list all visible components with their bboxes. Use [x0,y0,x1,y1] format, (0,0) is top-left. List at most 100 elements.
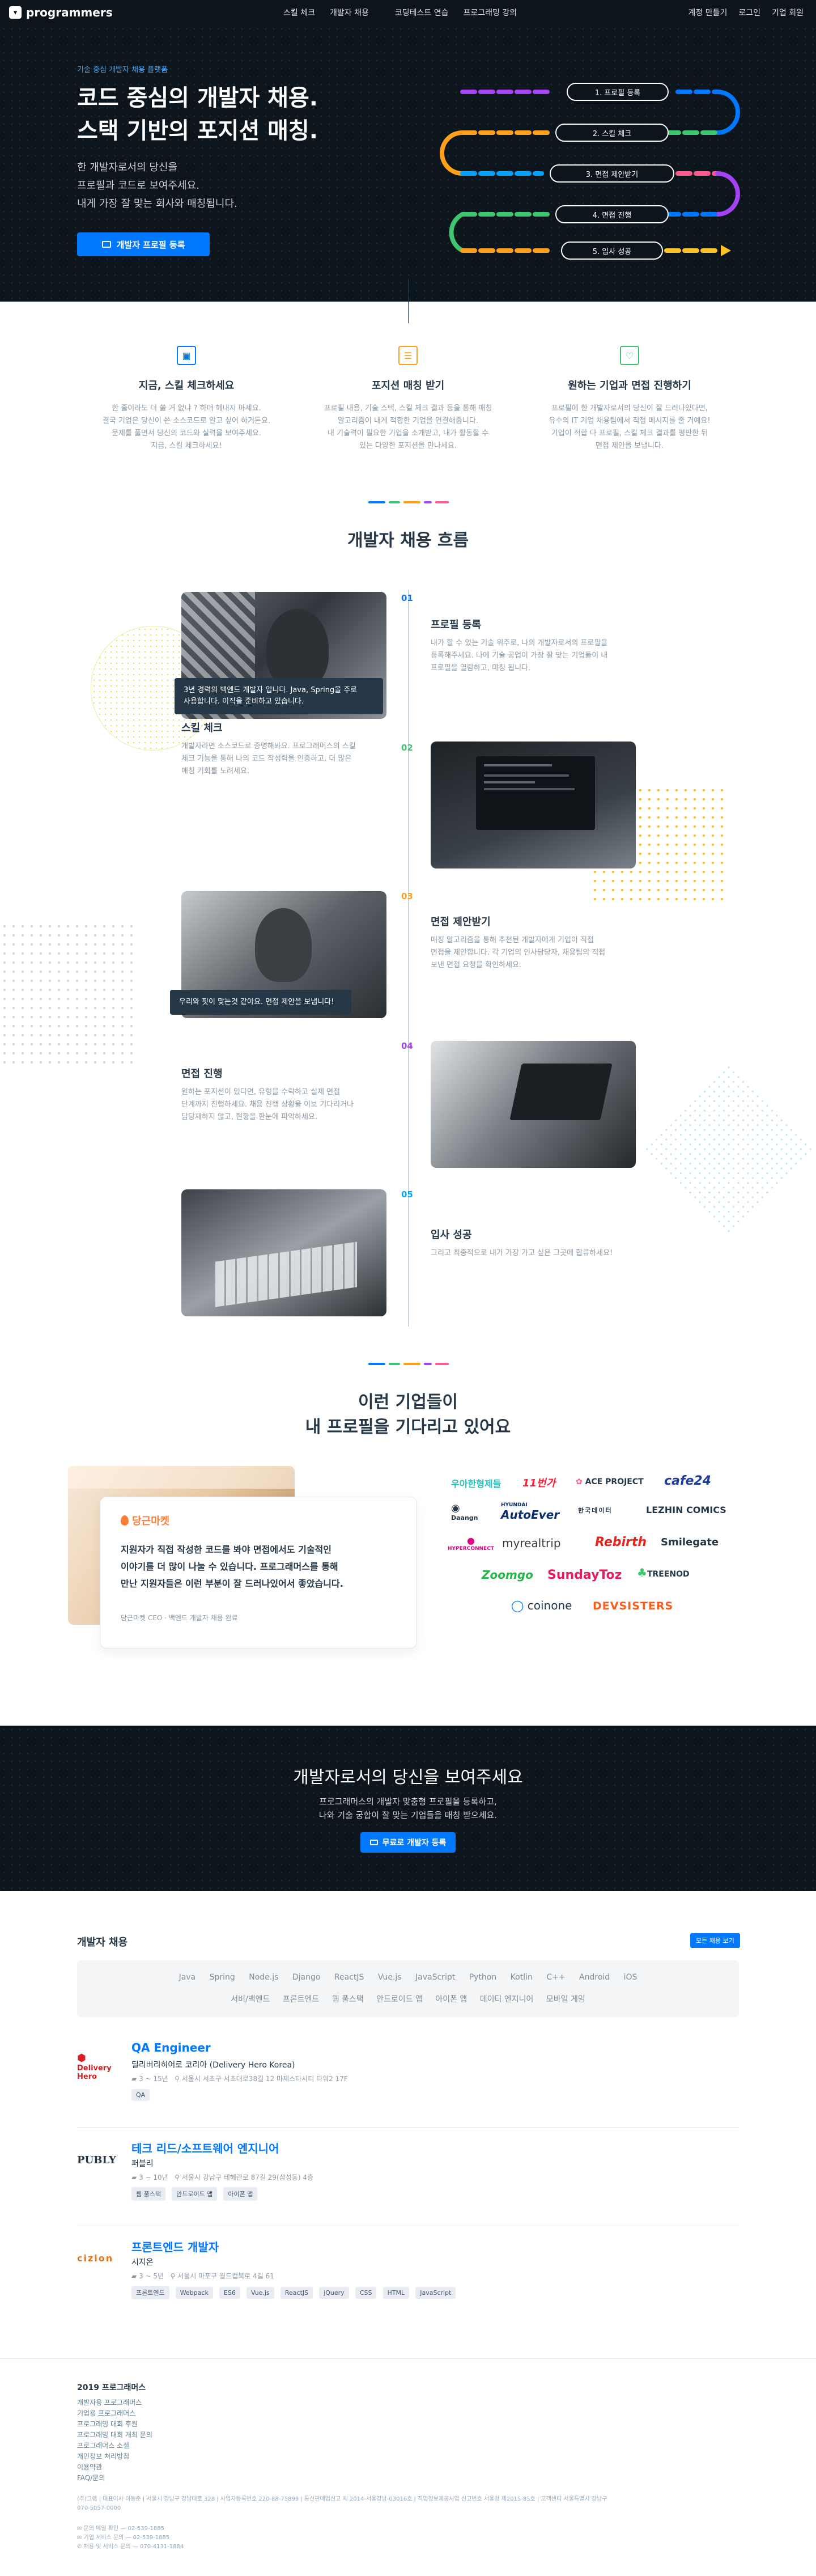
step-line: 원하는 포지션이 있다면, 유형을 수락하고 실제 면접 [181,1088,341,1096]
filter-python[interactable]: Python [469,1973,497,1982]
register-profile-button[interactable]: 개발자 프로필 등록 [77,232,210,256]
hero-eyebrow: 기술 중심 개발자 채용 플랫폼 [77,66,168,74]
job-listing[interactable]: cizion 프론트엔드 개발자 시지온 ▰ 3 ~ 5년 ⚲ 서울시 마포구 … [77,2238,739,2312]
job-tag[interactable]: JavaScript [415,2287,456,2299]
decorative-diamond-dots [640,1062,816,1239]
job-listing[interactable]: PUBLY 테크 리드/소프트웨어 엔지니어 퍼블리 ▰ 3 ~ 10년 ⚲ 서… [77,2139,739,2213]
footer-link[interactable]: FAQ/문의 [77,2474,105,2482]
caption-line: 사용합니다. 이직을 준비하고 있습니다. [184,697,304,706]
quote-line: 만난 지원자들은 이런 부분이 잘 드러나있어서 좋았습니다. [121,1578,343,1589]
job-title[interactable]: 테크 리드/소프트웨어 엔지니어 [131,2139,279,2156]
top-navigation: ▾ programmers 스킬 체크 개발자 채용 코딩테스트 연습 프로그래… [0,0,816,25]
nav-link-jobs[interactable]: 개발자 채용 [330,7,369,18]
person-silhouette-icon [266,609,329,688]
filter-spring[interactable]: Spring [210,1973,235,1982]
job-tag[interactable]: 웹 풀스택 [131,2187,165,2201]
filter-mobile-game[interactable]: 모바일 게임 [546,1995,585,2004]
footer-link[interactable]: 프로그래머스 소셜 [77,2442,129,2450]
filter-javascript[interactable]: JavaScript [415,1973,455,1982]
free-register-button[interactable]: 무료로 개발자 등록 [360,1832,456,1853]
flow-step-4: 4. 면접 진행 [555,205,669,223]
filter-django[interactable]: Django [292,1973,321,1982]
company-logo-zoomgo: Zoomgo [482,1568,533,1582]
nav-link-skill-check[interactable]: 스킬 체크 [283,7,315,18]
job-tag[interactable]: Webpack [175,2287,213,2299]
job-divider [77,2127,739,2128]
step-line: 담당재하지 않고, 현황을 한눈에 파악하세요. [181,1113,318,1121]
job-tag[interactable]: ReactJS [280,2287,313,2299]
nav-link-business[interactable]: 기업 회원 [772,7,804,18]
nav-link-signup[interactable]: 계정 만들기 [688,7,728,18]
filter-data-engineer[interactable]: 데이터 엔지니어 [480,1995,534,2004]
feature-description: 프로필 내용, 기술 스택, 스킬 체크 결과 등을 통해 매칭 알고리즘이 내… [314,402,502,452]
filter-java[interactable]: Java [179,1973,196,1982]
hero-divider-line [408,279,409,323]
footer-link[interactable]: 프로그래밍 대회 후원 [77,2420,138,2428]
company-logo-publy: PUBLY [77,2154,116,2166]
logo-text: Delivery Hero [77,2064,112,2081]
footer-link[interactable]: 개발자용 프로그래머스 [77,2399,142,2406]
job-tag[interactable]: QA [131,2089,150,2101]
company-logo-cafe24: cafe24 [664,1474,711,1488]
companies-title-line2: 내 프로필을 기다리고 있어요 [305,1417,511,1437]
job-tag[interactable]: CSS [355,2287,377,2299]
filter-frontend[interactable]: 프론트엔드 [283,1995,319,2004]
brand-logo[interactable]: ▾ programmers [9,6,113,19]
footer-copyright: 2019 프로그래머스 [77,2383,146,2392]
cta-desc-line: 프로그래머스의 개발자 맞춤형 프로필을 등록하고, [319,1797,497,1807]
nav-link-coding-test[interactable]: 코딩테스트 연습 [395,7,449,18]
job-title[interactable]: QA Engineer [131,2041,211,2054]
view-all-jobs-button[interactable]: 모든 채용 보기 [690,1933,740,1948]
contact-line: ✉ 기업 서비스 문의 — 02-539-1885 [77,2535,170,2541]
filter-vuejs[interactable]: Vue.js [378,1973,402,1982]
step-line: 매칭 기회를 노려세요. [181,767,250,776]
footer-link[interactable]: 개인정보 처리방침 [77,2452,129,2460]
filter-iphone-app[interactable]: 아이폰 앱 [435,1995,467,2004]
step-number-4: 04 [401,1041,413,1051]
company-logo-autoever: HYUNDAI AutoEver [501,1502,560,1522]
laptop-code-photo [431,742,636,868]
profile-caption: 3년 경력의 백엔드 개발자 입니다. Java, Spring을 주로 사용합… [175,678,383,714]
job-tag[interactable]: 프론트엔드 [131,2286,169,2299]
keyboard-icon [215,1242,357,1307]
job-title[interactable]: 프론트엔드 개발자 [131,2238,219,2255]
hero-desc-line2: 프로필과 코드로 보여주세요. [77,180,199,192]
location-pin-icon: ⚲ [170,2272,176,2280]
filter-cpp[interactable]: C++ [546,1973,565,1982]
job-tag[interactable]: ES6 [219,2287,240,2299]
filter-fullstack[interactable]: 웹 풀스택 [332,1995,364,2004]
job-tag[interactable]: jQuery [319,2287,349,2299]
timeline-line [408,590,409,1327]
filter-backend[interactable]: 서버/백엔드 [231,1995,270,2004]
filter-reactjs[interactable]: ReactJS [334,1973,364,1982]
filter-android-app[interactable]: 안드로이드 앱 [376,1995,423,2004]
filter-android[interactable]: Android [579,1973,610,1982]
flow-step-2: 2. 스킬 체크 [555,124,669,142]
job-tag[interactable]: 안드로이드 앱 [172,2187,218,2201]
job-tag[interactable]: HTML [382,2287,410,2299]
programmers-logo-icon: ▾ [9,6,22,19]
footer-link[interactable]: 기업용 프로그래머스 [77,2409,135,2417]
footer-link[interactable]: 프로그래밍 대회 개최 문의 [77,2431,152,2439]
testimonial-card: 당근마켓 지원자가 직접 작성한 코드를 봐야 면접에서도 기술적인 이야기를 … [100,1497,417,1649]
logo-text: HYPERCONNECT [448,1546,494,1552]
job-company: 퍼블리 [131,2159,154,2168]
company-logo-korea-data: 한국데이터 [578,1507,613,1514]
cta-title: 개발자로서의 당신을 보여주세요 [293,1768,523,1787]
nav-link-login[interactable]: 로그인 [738,7,760,18]
nav-link-lectures[interactable]: 프로그래밍 강의 [463,7,517,18]
filter-nodejs[interactable]: Node.js [249,1973,278,1982]
job-tag[interactable]: Vue.js [246,2287,274,2299]
filter-ios[interactable]: iOS [624,1973,638,1982]
company-logo-hyperconnect: ● HYPERCONNECT [448,1535,494,1552]
person-silhouette-icon [255,908,312,982]
job-listing[interactable]: ⬢ Delivery Hero QA Engineer 딜리버리히어로 코리아 (… [77,2041,739,2115]
feature-line: 지금, 스킬 체크하세요! [151,442,222,450]
filter-kotlin[interactable]: Kotlin [511,1973,533,1982]
filter-row-stacks: Java Spring Node.js Django ReactJS Vue.j… [77,1973,739,1982]
job-tags: 웹 풀스택 안드로이드 앱 아이폰 앱 [131,2187,261,2201]
feature-line: 알고리즘이 내게 적합한 기업을 연결해줍니다. [338,417,478,425]
step-number-5: 05 [401,1189,413,1200]
footer-link[interactable]: 이용약관 [77,2463,102,2471]
job-tag[interactable]: 아이폰 앱 [223,2187,258,2201]
